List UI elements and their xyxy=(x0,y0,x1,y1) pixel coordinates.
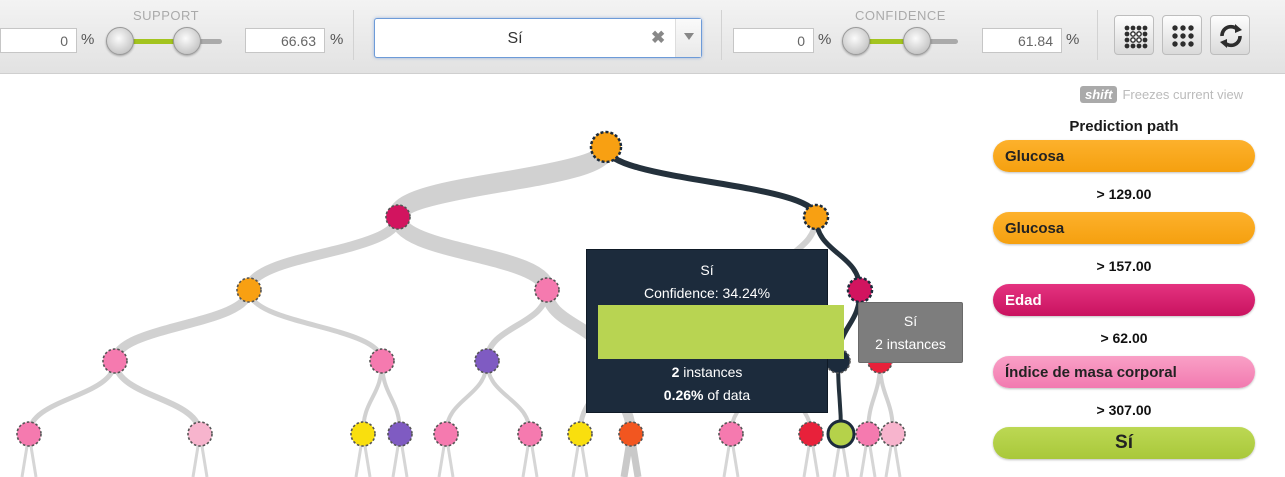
tooltip-class: Sí xyxy=(700,262,714,278)
tree-node[interactable] xyxy=(567,421,593,447)
path-step-condition: > 62.00 xyxy=(1100,330,1148,346)
leaf-tooltip: Sí 2 instances xyxy=(858,302,963,363)
tree-node[interactable] xyxy=(618,421,644,447)
confidence-min-handle[interactable] xyxy=(842,27,870,55)
refresh-icon xyxy=(1220,24,1242,48)
path-step-field[interactable]: Glucosa xyxy=(993,212,1255,244)
support-max-unit: % xyxy=(330,31,344,48)
confidence-title: CONFIDENCE xyxy=(855,8,946,23)
tree-node[interactable] xyxy=(369,348,395,374)
prediction-path-title: Prediction path xyxy=(1069,118,1179,135)
tooltip-instances: 2 instances xyxy=(587,364,827,380)
tree-edge xyxy=(390,209,555,298)
tree-node[interactable] xyxy=(517,421,543,447)
tree-edge xyxy=(246,287,385,364)
shortcut-hint: shift Freezes current view xyxy=(1080,86,1243,103)
toolbar-divider xyxy=(353,10,354,60)
prediction-path-edge xyxy=(603,144,819,220)
tree-edge xyxy=(110,285,254,366)
tree-node[interactable] xyxy=(385,204,411,230)
leaf-tooltip-instances: 2 instances xyxy=(875,336,946,352)
selected-leaf-node[interactable] xyxy=(826,419,856,449)
support-max-input[interactable]: 66.63 xyxy=(245,28,325,53)
tree-node[interactable] xyxy=(433,421,459,447)
tree-node[interactable] xyxy=(589,130,623,164)
tree-edge xyxy=(484,287,550,364)
reset-button[interactable] xyxy=(1210,15,1250,55)
tree-edge xyxy=(26,358,118,437)
chevron-down-icon xyxy=(684,33,694,40)
tooltip-data-pct: 0.26% xyxy=(663,387,704,403)
tree-node[interactable] xyxy=(846,276,874,304)
confidence-min-input[interactable]: 0 xyxy=(733,28,814,53)
class-select-toggle[interactable] xyxy=(675,19,701,57)
path-step-condition: > 129.00 xyxy=(1096,186,1152,202)
confidence-max-handle[interactable] xyxy=(903,27,931,55)
model-tree-app: SUPPORT 0 % 66.63 % Sí ✖ CONFIDENCE 0 % … xyxy=(0,0,1285,477)
confidence-bar xyxy=(598,305,844,359)
tooltip-instances-label: instances xyxy=(679,364,743,380)
shortcut-hint-text: Freezes current view xyxy=(1122,87,1244,102)
tooltip-confidence: Confidence: 34.24% xyxy=(643,285,771,301)
tooltip-data-label: of data xyxy=(703,387,751,403)
support-max-handle[interactable] xyxy=(173,27,201,55)
toolbar-divider xyxy=(1097,10,1098,60)
grid-small-dots-icon xyxy=(1124,25,1148,49)
toolbar: SUPPORT 0 % 66.63 % Sí ✖ CONFIDENCE 0 % … xyxy=(0,0,1285,74)
tree-node[interactable] xyxy=(798,421,824,447)
tree-node[interactable] xyxy=(718,421,744,447)
support-title: SUPPORT xyxy=(133,8,200,23)
confidence-max-unit: % xyxy=(1066,31,1080,48)
path-step-field[interactable]: Glucosa xyxy=(993,140,1255,172)
path-step-condition: > 157.00 xyxy=(1096,258,1152,274)
leaf-tooltip-class: Sí xyxy=(903,313,918,329)
path-step-condition: > 307.00 xyxy=(1096,402,1152,418)
tree-node[interactable] xyxy=(236,277,262,303)
class-select[interactable]: Sí ✖ xyxy=(374,18,702,58)
support-min-unit: % xyxy=(81,31,95,48)
tree-edge xyxy=(388,137,616,227)
class-select-value: Sí xyxy=(507,30,523,47)
tree-node[interactable] xyxy=(880,421,906,447)
path-step-field[interactable]: Índice de masa corporal xyxy=(993,356,1255,388)
tree-node[interactable] xyxy=(855,421,881,447)
tree-node[interactable] xyxy=(350,421,376,447)
tooltip-data-share: 0.26% of data xyxy=(587,387,827,403)
tree-node[interactable] xyxy=(16,421,42,447)
confidence-min-unit: % xyxy=(818,31,832,48)
collapse-view-button[interactable] xyxy=(1114,15,1154,55)
tree-node[interactable] xyxy=(802,203,830,231)
toolbar-divider xyxy=(721,10,722,60)
path-step-field[interactable]: Edad xyxy=(993,284,1255,316)
support-min-handle[interactable] xyxy=(106,27,134,55)
confidence-max-input[interactable]: 61.84 xyxy=(982,28,1062,53)
node-tooltip: Sí Confidence: 34.24% 2 instances 0.26% … xyxy=(586,249,844,413)
path-prediction-badge: Sí xyxy=(993,427,1255,459)
tree-edge xyxy=(244,212,403,295)
tree-node[interactable] xyxy=(474,348,500,374)
tree-node[interactable] xyxy=(534,277,560,303)
shift-key-badge: shift xyxy=(1080,86,1118,103)
tree-edge xyxy=(112,358,203,437)
tree-node[interactable] xyxy=(187,421,213,447)
clear-selection-icon[interactable]: ✖ xyxy=(651,28,665,48)
tree-node[interactable] xyxy=(387,421,413,447)
expand-view-button[interactable] xyxy=(1162,15,1202,55)
grid-large-dots-icon xyxy=(1172,25,1194,47)
support-min-input[interactable]: 0 xyxy=(0,28,77,53)
tree-node[interactable] xyxy=(102,348,128,374)
